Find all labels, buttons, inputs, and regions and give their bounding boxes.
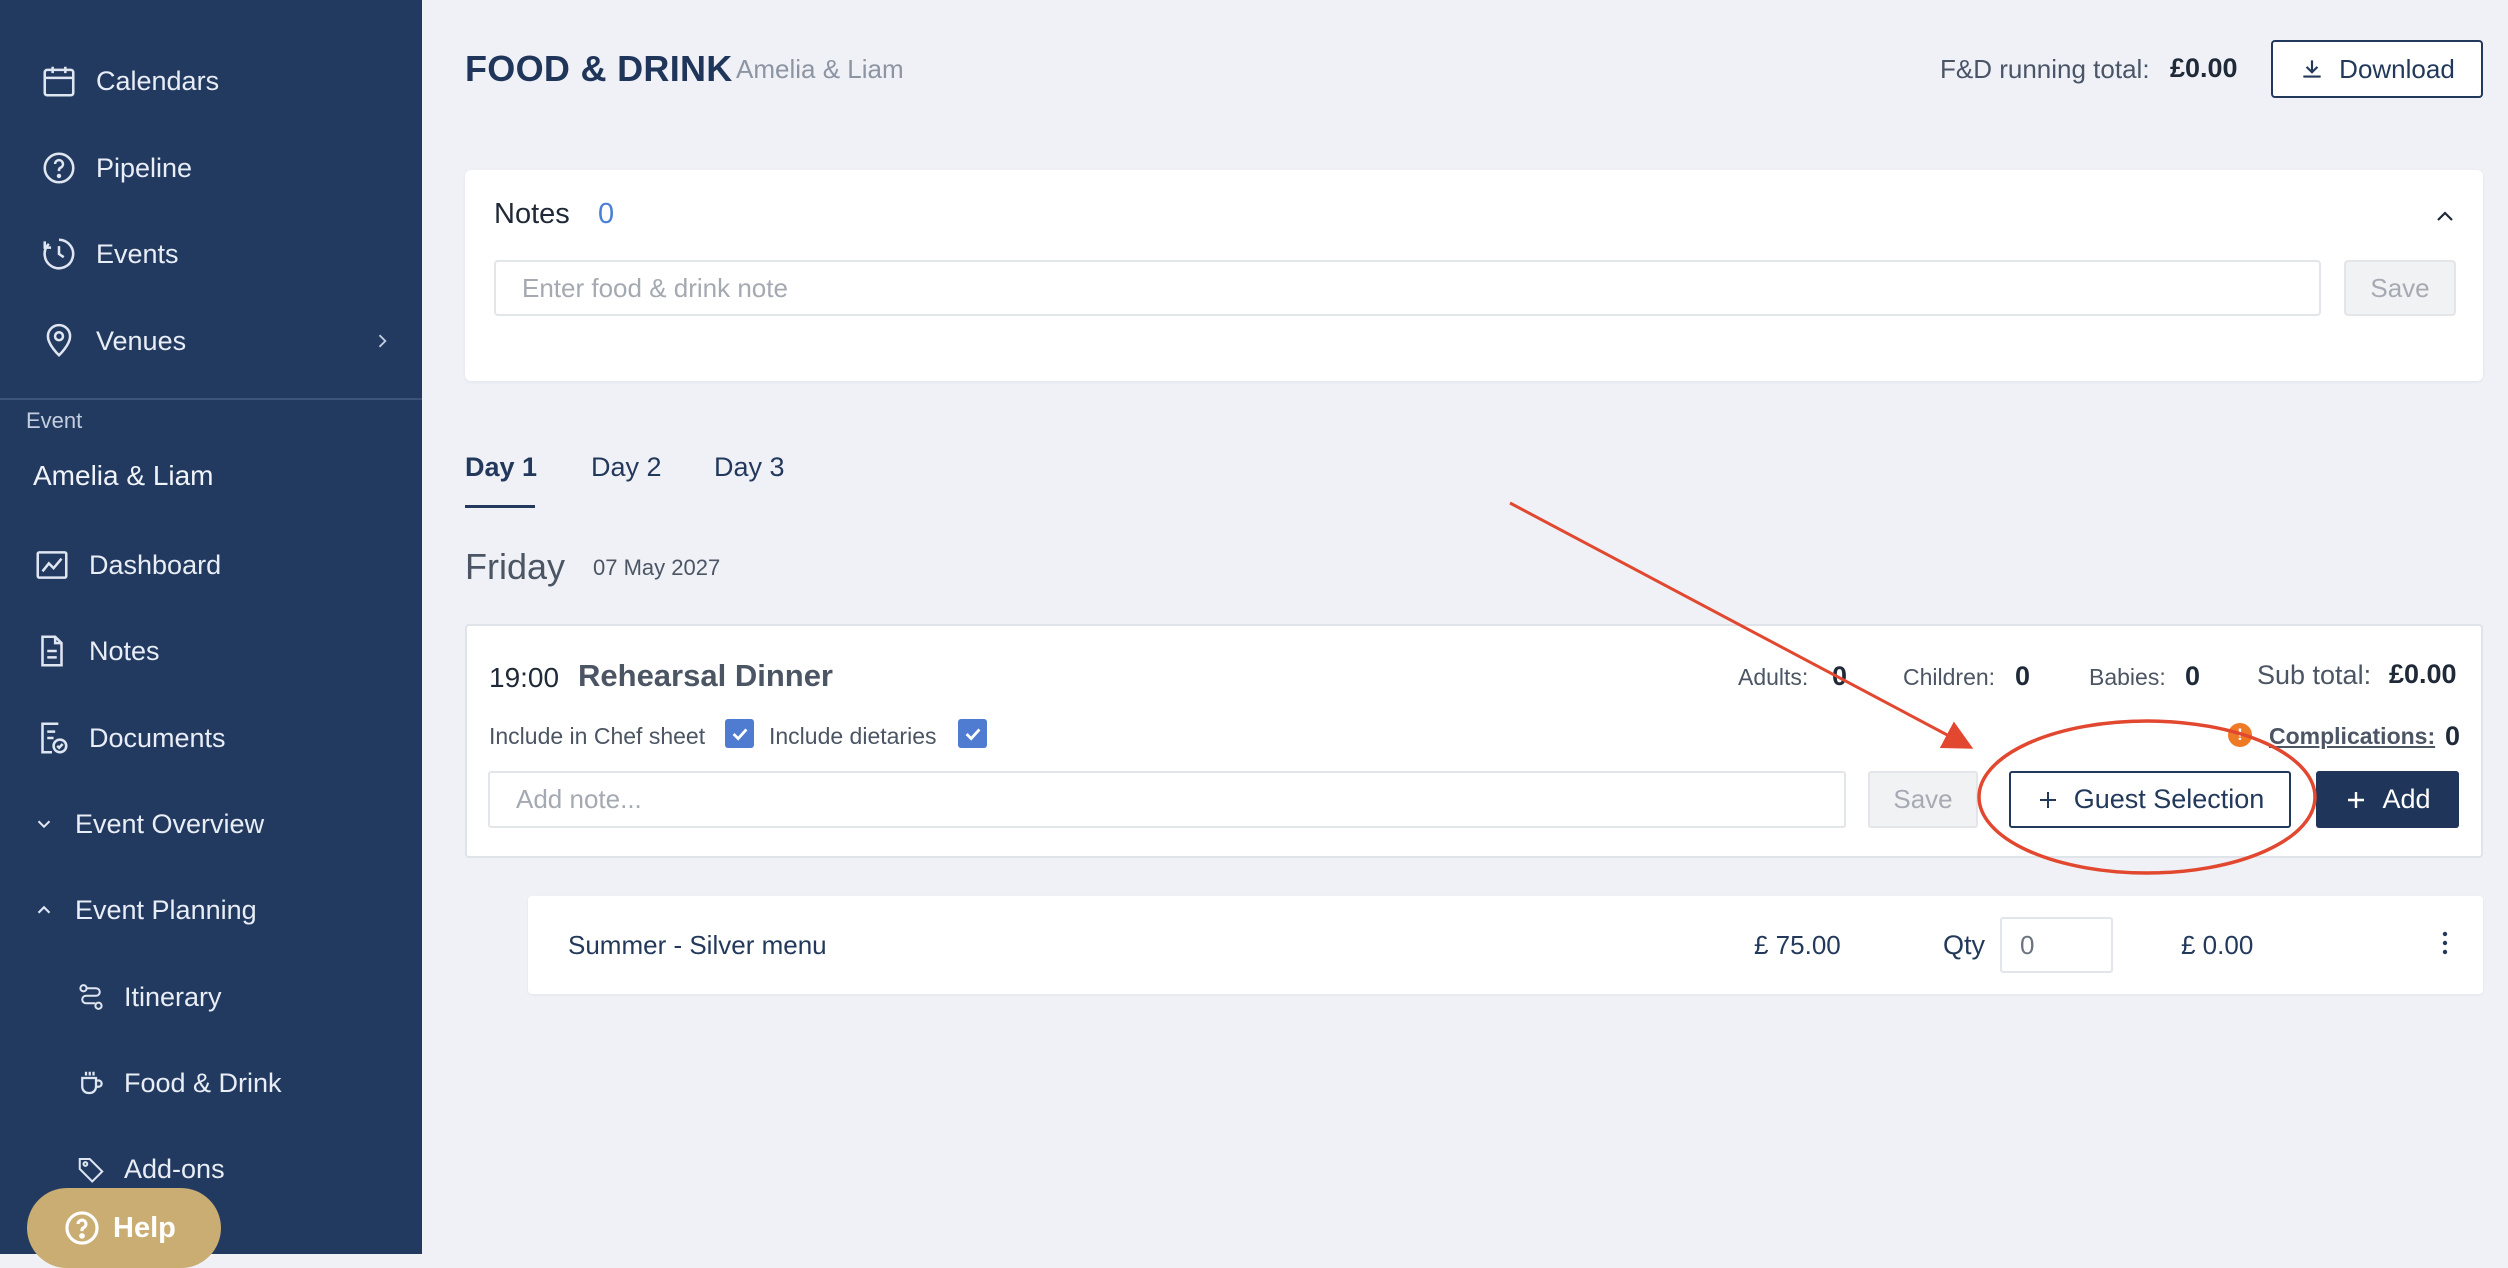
document-check-icon (33, 719, 71, 757)
help-button[interactable]: Help (27, 1188, 221, 1268)
list-item: Summer - Silver menu £ 75.00 Qty £ 0.00 (528, 896, 2483, 994)
question-circle-icon (63, 1209, 101, 1247)
adults-value: 0 (1832, 661, 1848, 691)
notes-input[interactable] (494, 260, 2321, 316)
page-title: FOOD & DRINK (465, 48, 733, 89)
children-value: 0 (2015, 661, 2031, 691)
sidebar-section-label: Event (26, 408, 83, 433)
tab-day-2[interactable]: Day 2 (591, 452, 662, 483)
event-note-input[interactable] (488, 771, 1846, 828)
sidebar-item-label: Pipeline (96, 152, 193, 183)
notes-save-button[interactable]: Save (2344, 260, 2456, 316)
checkmark-icon (965, 727, 980, 741)
menu-name: Summer - Silver menu (568, 930, 827, 960)
babies-value: 0 (2185, 661, 2201, 691)
sidebar-item-pipeline[interactable]: Pipeline (40, 133, 422, 203)
sidebar-item-label: Calendars (96, 65, 220, 96)
download-icon (2299, 56, 2325, 82)
cup-icon (76, 1068, 106, 1098)
complications-value: 0 (2445, 721, 2461, 751)
subtotal-value: £0.00 (2389, 659, 2457, 689)
event-name: Rehearsal Dinner (578, 658, 833, 693)
sidebar-item-documents[interactable]: Documents (33, 703, 422, 773)
babies-label: Babies: (2089, 664, 2166, 690)
include-chef-sheet-label: Include in Chef sheet (489, 723, 706, 749)
qty-label: Qty (1943, 930, 1986, 960)
sidebar-item-label: Food & Drink (124, 1067, 282, 1098)
day-weekday: Friday (465, 546, 566, 587)
active-tab-indicator (465, 505, 535, 508)
tab-day-3[interactable]: Day 3 (714, 452, 785, 483)
running-total-value: £0.00 (2170, 53, 2238, 83)
document-icon (33, 632, 71, 670)
running-total-label: F&D running total: (1940, 54, 2150, 84)
sidebar-item-event-planning[interactable]: Event Planning (33, 875, 422, 945)
sidebar: Calendars Pipeline Events Venues Event A… (0, 0, 422, 1268)
chart-line-icon (33, 546, 71, 584)
sidebar-item-label: Notes (89, 635, 160, 666)
chevron-up-icon[interactable] (2433, 204, 2457, 228)
include-dietaries-checkbox[interactable] (958, 719, 987, 748)
subtotal-label: Sub total: (2257, 660, 2372, 690)
notes-card: Notes 0 Save (465, 170, 2483, 381)
complications-link[interactable]: Complications: (2269, 723, 2435, 750)
sidebar-event-name[interactable]: Amelia & Liam (33, 460, 214, 492)
plus-icon (2036, 788, 2060, 812)
tab-day-1[interactable]: Day 1 (465, 452, 537, 483)
event-time: 19:00 (489, 662, 560, 693)
sidebar-item-label: Event Overview (75, 808, 265, 839)
history-icon (40, 235, 78, 273)
sidebar-item-label: Event Planning (75, 894, 257, 925)
chevron-down-icon (33, 813, 55, 835)
sidebar-item-food-drink[interactable]: Food & Drink (76, 1048, 422, 1118)
sidebar-item-label: Events (96, 238, 179, 269)
tag-icon (76, 1154, 106, 1184)
plus-icon (2344, 788, 2368, 812)
sidebar-item-event-overview[interactable]: Event Overview (33, 789, 422, 859)
calendar-icon (40, 62, 78, 100)
sidebar-divider (0, 398, 422, 400)
notes-count: 0 (598, 198, 615, 230)
help-label: Help (113, 1211, 176, 1244)
children-label: Children: (1903, 664, 1996, 690)
sidebar-item-label: Venues (96, 325, 187, 356)
page-subtitle: Amelia & Liam (736, 54, 904, 84)
sidebar-item-itinerary[interactable]: Itinerary (76, 962, 422, 1032)
event-card: 19:00 Rehearsal Dinner Adults: 0 Childre… (465, 624, 2483, 858)
sidebar-item-label: Itinerary (124, 981, 222, 1012)
warning-icon: ! (2228, 723, 2252, 747)
include-chef-sheet-checkbox[interactable] (725, 719, 754, 748)
notes-title: Notes (494, 198, 570, 230)
include-dietaries-label: Include dietaries (769, 723, 937, 749)
sidebar-item-label: Documents (89, 722, 226, 753)
chevron-up-icon (33, 899, 55, 921)
route-icon (76, 982, 106, 1012)
add-label: Add (2382, 784, 2431, 814)
sidebar-item-label: Dashboard (89, 549, 222, 580)
chevron-right-icon (372, 331, 392, 351)
add-button[interactable]: Add (2316, 771, 2459, 828)
adults-label: Adults: (1738, 664, 1809, 690)
qty-input[interactable] (2000, 917, 2113, 973)
sidebar-item-notes[interactable]: Notes (33, 616, 422, 686)
download-button[interactable]: Download (2271, 40, 2483, 98)
sidebar-item-calendars[interactable]: Calendars (40, 46, 422, 116)
sidebar-item-label: Add-ons (124, 1153, 225, 1184)
menu-price: £ 75.00 (1754, 930, 1841, 960)
checkmark-icon (732, 727, 747, 741)
event-note-save-button[interactable]: Save (1868, 771, 1978, 828)
more-options-icon[interactable] (2433, 926, 2457, 962)
sidebar-item-events[interactable]: Events (40, 219, 422, 289)
download-label: Download (2339, 53, 2455, 84)
sidebar-item-dashboard[interactable]: Dashboard (33, 530, 422, 600)
guest-selection-label: Guest Selection (2073, 784, 2265, 814)
location-pin-icon (40, 322, 78, 360)
guest-selection-button[interactable]: Guest Selection (2009, 771, 2291, 828)
sidebar-item-venues[interactable]: Venues (40, 306, 422, 376)
question-circle-icon (40, 149, 78, 187)
menu-line-total: £ 0.00 (2181, 930, 2254, 960)
day-date: 07 May 2027 (593, 555, 721, 580)
